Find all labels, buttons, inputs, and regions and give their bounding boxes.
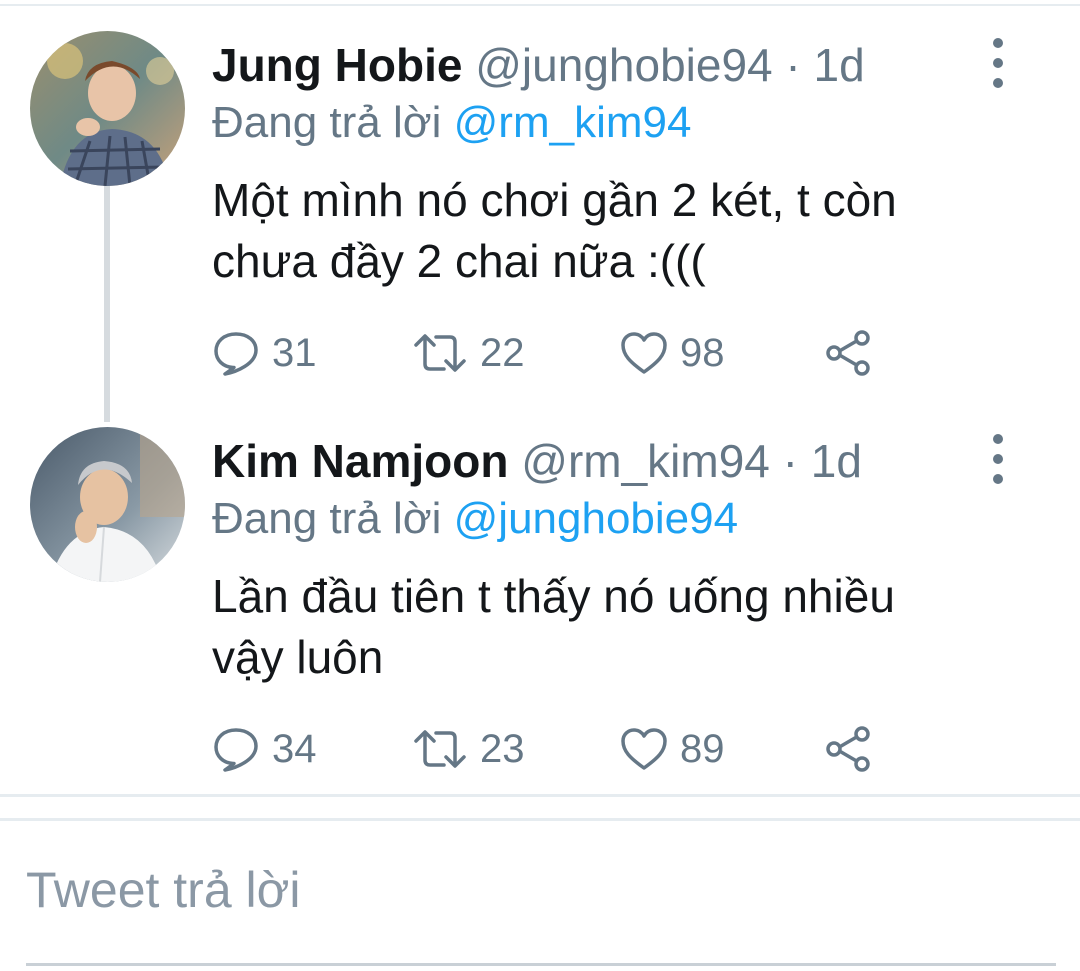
tweet-actions: 31 22 98 [212,328,912,378]
avatar[interactable] [30,427,185,582]
avatar[interactable] [30,31,185,186]
author-handle[interactable]: @rm_kim94 [521,435,770,487]
divider [0,794,1080,797]
like-count: 89 [680,726,725,771]
share-button[interactable] [824,724,872,774]
like-count: 98 [680,330,725,375]
timestamp[interactable]: 1d [811,435,862,487]
divider [0,818,1080,821]
replying-to: Đang trả lời @rm_kim94 [212,96,691,150]
author-handle[interactable]: @junghobie94 [475,39,772,91]
tweet-actions: 34 23 89 [212,724,912,774]
retweet-button[interactable]: 23 [412,724,525,774]
more-options-button[interactable] [976,38,1020,88]
tweet-text-line: Lần đầu tiên t thấy nó uống nhiều [212,570,895,622]
retweet-count: 23 [480,726,525,771]
reply-mention-link[interactable]: @junghobie94 [454,494,738,543]
retweet-button[interactable]: 22 [412,328,525,378]
replying-to: Đang trả lời @junghobie94 [212,492,738,546]
tweet-text: Lần đầu tiên t thấy nó uống nhiều vậy lu… [212,566,1012,688]
more-options-button[interactable] [976,434,1020,484]
retweet-count: 22 [480,330,525,375]
tweet-text: Một mình nó chơi gần 2 két, t còn chưa đ… [212,170,1012,292]
reply-input-underline [26,963,1056,966]
like-button[interactable]: 89 [620,724,725,774]
tweet-header: Kim Namjoon @rm_kim94 · 1d [212,434,862,488]
share-button[interactable] [824,328,872,378]
reply-tweet-input[interactable] [26,855,1026,925]
tweet-text-line: vậy luôn [212,631,384,683]
author-name[interactable]: Jung Hobie [212,39,462,91]
reply-bubble-icon [214,332,258,376]
reply-mention-link[interactable]: @rm_kim94 [454,98,692,147]
reply-button[interactable]: 31 [212,328,317,378]
tweet-item[interactable]: Kim Namjoon @rm_kim94 · 1d Đang trả lời … [0,424,1080,794]
retweet-icon [414,730,466,768]
reply-button[interactable]: 34 [212,724,317,774]
author-name[interactable]: Kim Namjoon [212,435,508,487]
heart-icon [621,728,667,770]
heart-icon [621,332,667,374]
reply-count: 31 [272,330,317,375]
separator-dot: · [785,39,801,91]
tweet-item[interactable]: Jung Hobie @junghobie94 · 1d Đang trả lờ… [0,28,1080,398]
tweet-header: Jung Hobie @junghobie94 · 1d [212,38,865,92]
top-divider [0,4,1080,6]
timestamp[interactable]: 1d [814,39,865,91]
reply-count: 34 [272,726,317,771]
share-icon [826,330,870,376]
retweet-icon [414,334,466,372]
tweet-text-line: Một mình nó chơi gần 2 két, t còn [212,174,897,226]
replying-to-label: Đang trả lời [212,98,442,147]
replying-to-label: Đang trả lời [212,494,442,543]
more-vertical-icon [993,434,1003,444]
share-icon [826,726,870,772]
more-vertical-icon [993,38,1003,48]
separator-dot: · [782,435,798,487]
like-button[interactable]: 98 [620,328,725,378]
reply-bubble-icon [214,728,258,772]
tweet-text-line: chưa đầy 2 chai nữa :((( [212,235,706,287]
